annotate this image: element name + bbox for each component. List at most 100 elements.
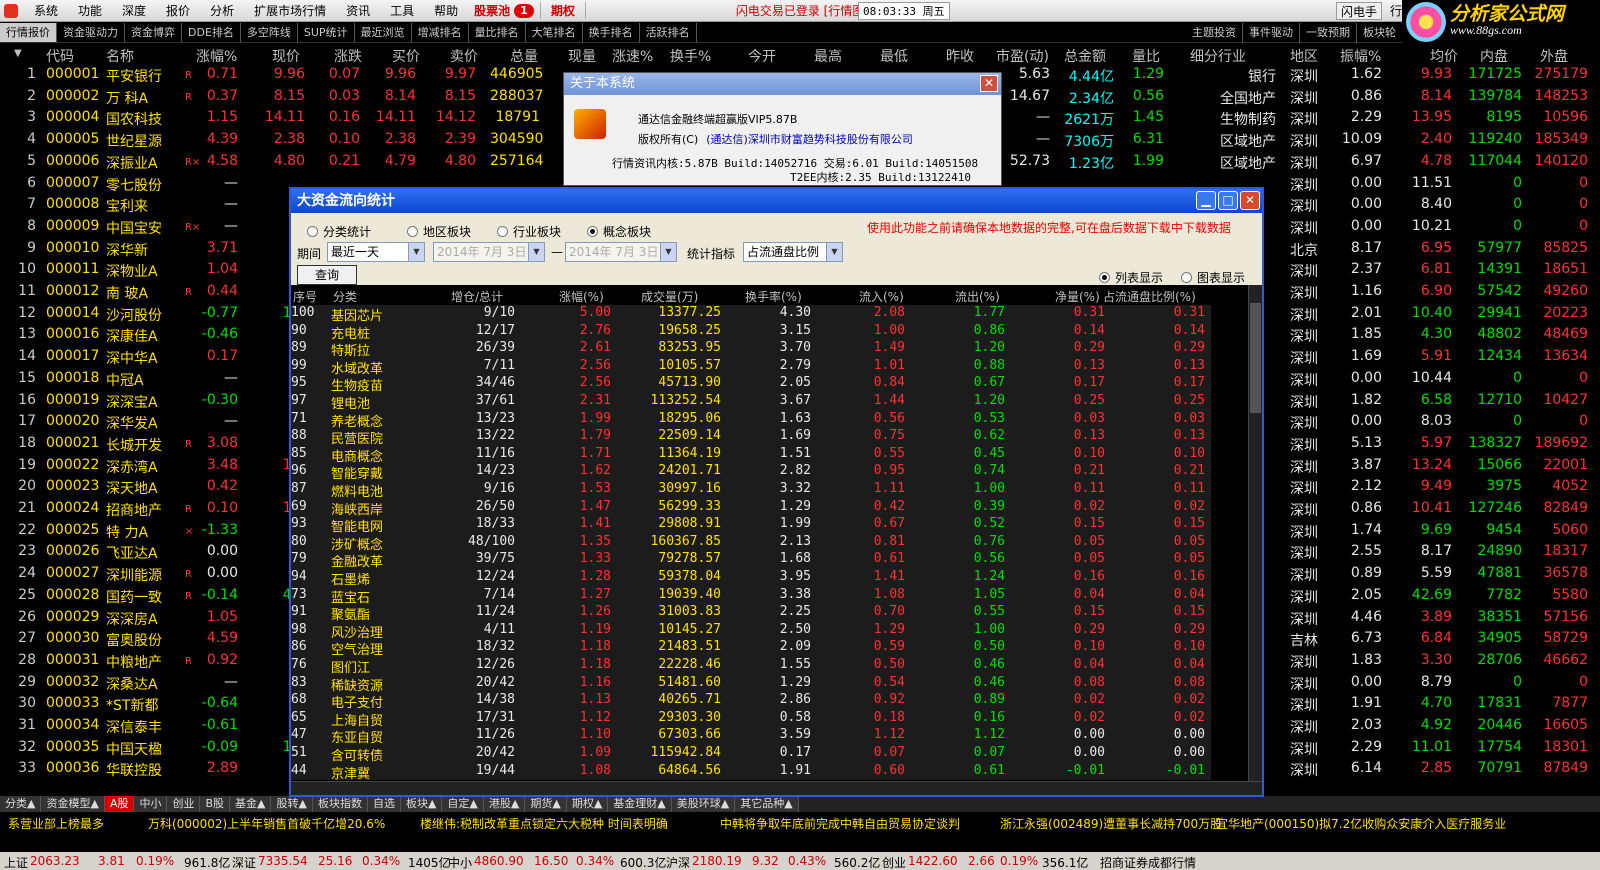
flash-trade-button[interactable]: 闪电手 [1336,2,1383,20]
zx-index[interactable]: 4860.90 [474,854,524,868]
col-increase-total[interactable]: 增仓/总计 [451,288,503,305]
bottom-tab[interactable]: 分类▲ [0,796,42,812]
col-inner-vol[interactable]: 内盘 [1480,46,1508,66]
col-rise[interactable]: 涨幅(%) [559,288,604,305]
tab-turnover-rank[interactable]: 换手排名 [583,23,640,42]
minimize-button[interactable]: ▁ [1196,191,1216,210]
col-volume[interactable]: 总量 [510,46,538,66]
col-bid[interactable]: 买价 [392,46,420,66]
stock-name[interactable]: 中国宝安 [106,218,162,238]
table-row[interactable]: 95 生物疫苗 34/46 2.56 45713.90 2.05 0.84 0.67 0.17 0… [291,375,1211,394]
cy-index[interactable]: 1422.60 [908,854,958,868]
query-button[interactable]: 查询 [297,265,357,285]
stock-code[interactable]: 000029 [46,609,99,625]
stock-name[interactable]: 长城开发 [106,435,162,455]
table-row[interactable]: 86 空气治理 18/32 1.18 21483.51 2.09 0.59 0.50 0.10 0… [291,639,1211,658]
col-price[interactable]: 现价 [272,46,300,66]
col-amount[interactable]: 总金额 [1064,46,1106,66]
stock-name[interactable]: 沙河股份 [106,305,162,325]
sz-index[interactable]: 7335.54 [258,854,308,868]
stock-code[interactable]: 000008 [46,196,99,212]
tab-event-drive[interactable]: 事件驱动 [1243,23,1300,43]
table-row[interactable]: 90 充电桩 12/17 2.76 19658.25 3.15 1.00 0.86 0.14 0.… [291,322,1211,342]
bottom-tab[interactable]: A股 [104,796,135,812]
stock-code[interactable]: 000006 [46,153,99,169]
stock-code[interactable]: 000017 [46,348,99,364]
table-row[interactable]: 79 金融改革 39/75 1.33 79278.57 1.68 0.61 0.56 0.05 0… [291,551,1211,570]
radio-industry-sector[interactable]: 行业板块 [497,223,561,240]
stock-name[interactable]: 深信泰丰 [106,717,162,737]
col-code[interactable]: 代码 [46,46,74,66]
col-pe[interactable]: 市盈(动) [996,46,1049,66]
horizontal-scrollbar[interactable] [291,781,1262,795]
stock-code[interactable]: 000018 [46,370,99,386]
radio-category-stats[interactable]: 分类统计 [307,223,371,240]
stock-code[interactable]: 000027 [46,565,99,581]
start-date-picker[interactable]: 2014年 7月 3日 ▼ [433,242,545,262]
tab-recent[interactable]: 最近浏览 [355,23,412,42]
col-speed[interactable]: 涨速% [612,46,653,66]
col-low[interactable]: 最低 [880,46,908,66]
table-row[interactable]: 98 风沙治理 4/11 1.19 10145.27 2.50 1.29 1.00 0.29 0.… [291,621,1211,641]
table-row[interactable]: 91 聚氨酯 11/24 1.26 31003.83 2.25 0.70 0.55 0.15 0.… [291,604,1211,623]
bottom-tab[interactable]: 自定▲ [442,796,484,812]
radio-region-sector[interactable]: 地区板块 [407,223,471,240]
bottom-tab[interactable]: 基金▲ [230,796,272,812]
stock-name[interactable]: 深天地A [106,478,158,498]
table-row[interactable]: 73 蓝宝石 7/14 1.27 19039.40 3.38 1.08 1.05 0.04 0.0… [291,586,1211,606]
bottom-tab[interactable]: 自选 [367,796,401,812]
radio-concept-sector[interactable]: 概念板块 [587,223,651,240]
bottom-tab[interactable]: 创业 [167,796,201,812]
col-ask[interactable]: 卖价 [450,46,478,66]
about-close-button[interactable]: ✕ [980,75,998,92]
stock-code[interactable]: 000036 [46,760,99,776]
col-cur-volume[interactable]: 现量 [568,46,596,66]
menu-quote[interactable]: 报价 [156,0,200,21]
options-button[interactable]: 期权 [539,2,586,19]
stock-code[interactable]: 000028 [46,587,99,603]
stock-name[interactable]: 世纪星源 [106,131,162,151]
bottom-tab[interactable]: 股转▲ [271,796,313,812]
col-region[interactable]: 地区 [1290,46,1318,66]
col-delta[interactable]: 涨跌 [334,46,362,66]
stock-code[interactable]: 000009 [46,218,99,234]
stock-code[interactable]: 000007 [46,175,99,191]
bottom-tab[interactable]: 板块▲ [400,796,443,812]
tab-active-rank[interactable]: 活跃排名 [640,23,697,42]
table-row[interactable]: 83 稀缺资源 20/42 1.16 51481.60 1.29 0.54 0.46 0.08 0… [291,674,1211,694]
stock-code[interactable]: 000023 [46,478,99,494]
stock-name[interactable]: 深物业A [106,261,158,281]
bottom-tab[interactable]: 美股环球▲ [671,796,736,812]
stock-code[interactable]: 000020 [46,413,99,429]
tab-quotes[interactable]: 行情报价 [0,23,57,42]
col-turnover-rate[interactable]: 换手率(%) [745,288,802,305]
table-row[interactable]: 93 智能电网 18/33 1.41 29808.91 1.99 0.67 0.52 0.15 0… [291,516,1211,535]
stock-code[interactable]: 000022 [46,457,99,473]
stock-name[interactable]: 富奥股份 [106,630,162,650]
stock-name[interactable]: 招商地产 [106,500,162,520]
col-outer-vol[interactable]: 外盘 [1540,46,1568,66]
tab-long-short[interactable]: 多空阵线 [241,23,298,42]
stock-name[interactable]: 深深宝A [106,392,158,412]
table-row[interactable]: 85 电商概念 11/16 1.71 11364.19 1.51 0.55 0.45 0.10 0… [291,445,1211,465]
tab-consensus[interactable]: 一致预期 [1300,23,1357,43]
maximize-button[interactable]: □ [1218,191,1238,210]
stock-code[interactable]: 000033 [46,695,99,711]
stock-name[interactable]: 深赤湾A [106,457,158,477]
col-prev-close[interactable]: 昨收 [946,46,974,66]
table-row[interactable]: 100 基因芯片 9/10 5.00 13377.25 4.30 2.08 1.77 0.31 0… [291,305,1211,324]
bottom-tab[interactable]: 其它品种▲ [735,796,799,812]
stock-code[interactable]: 000024 [46,500,99,516]
stock-name[interactable]: 特 力A [106,522,148,542]
stock-code[interactable]: 000034 [46,717,99,733]
table-row[interactable]: 76 图们江 12/26 1.18 22228.46 1.55 0.50 0.46 0.04 0.… [291,657,1211,676]
col-amplitude[interactable]: 振幅% [1340,46,1381,66]
col-change-pct[interactable]: 涨幅% [196,46,237,66]
stock-code[interactable]: 000032 [46,674,99,690]
stock-name[interactable]: 深深房A [106,609,158,629]
sort-down-icon[interactable]: ▼ [14,48,22,59]
table-row[interactable]: 88 民营医院 13/22 1.79 22509.14 1.69 0.75 0.62 0.13 0… [291,428,1211,447]
stock-name[interactable]: 中冠A [106,370,144,390]
table-row[interactable]: 65 上海自贸 17/31 1.12 29303.30 0.58 0.18 0.16 0.02 0… [291,709,1211,729]
table-row[interactable]: 94 石墨烯 12/24 1.28 59378.04 3.95 1.41 1.24 0.16 0.… [291,569,1211,588]
